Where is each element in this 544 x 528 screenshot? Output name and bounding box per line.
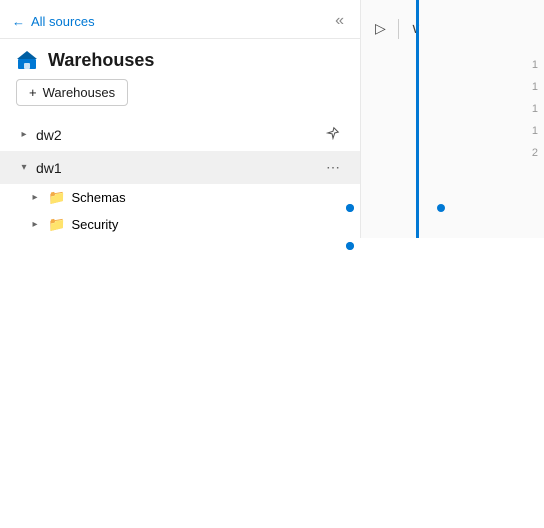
plus-icon: + bbox=[29, 85, 37, 100]
back-button[interactable]: ← All sources bbox=[12, 14, 95, 29]
row-num-3: 1 bbox=[532, 98, 538, 120]
blue-dot-tr bbox=[346, 204, 354, 212]
right-toolbar: ▷ ∨ bbox=[361, 0, 544, 57]
row-num-1: 1 bbox=[532, 54, 538, 76]
add-warehouses-button[interactable]: + Warehouses bbox=[16, 79, 128, 106]
security-label: Security bbox=[71, 217, 118, 232]
security-chevron: ▸ bbox=[28, 219, 42, 230]
row-num-2: 1 bbox=[532, 76, 538, 98]
tree-item-dw2[interactable]: ▸ dw2 bbox=[0, 118, 360, 151]
back-label: All sources bbox=[31, 14, 95, 29]
schemas-folder-icon: 📁 bbox=[48, 189, 65, 206]
warehouse-icon bbox=[16, 49, 38, 71]
add-warehouses-label: Warehouses bbox=[43, 85, 116, 100]
back-arrow-icon: ← bbox=[12, 14, 25, 29]
pin-icon[interactable] bbox=[322, 124, 344, 145]
toolbar-divider bbox=[398, 19, 399, 39]
row-num-4: 1 bbox=[532, 120, 538, 142]
schemas-label: Schemas bbox=[71, 190, 125, 205]
chevron-down-icon: ▾ bbox=[16, 160, 32, 176]
tree-item-dw1[interactable]: ▾ dw1 ⋯ bbox=[0, 151, 360, 184]
chevron-right-icon: ▸ bbox=[16, 127, 32, 143]
blue-dot-mr bbox=[346, 242, 354, 250]
collapse-icon: « bbox=[335, 12, 344, 29]
tree-item-schemas[interactable]: ▸ 📁 Schemas bbox=[28, 184, 360, 211]
row-numbers: 1 1 1 1 2 bbox=[526, 50, 544, 168]
vertical-blue-line bbox=[416, 0, 419, 238]
dw2-label: dw2 bbox=[36, 127, 322, 143]
tree-item-security[interactable]: ▸ 📁 Security bbox=[28, 211, 360, 238]
title-row: Warehouses bbox=[0, 39, 360, 79]
blue-dot-tm bbox=[437, 204, 445, 212]
more-options-icon[interactable]: ⋯ bbox=[322, 157, 344, 178]
row-num-5: 2 bbox=[532, 142, 538, 164]
security-folder-icon: 📁 bbox=[48, 216, 65, 233]
right-panel: ▷ ∨ 1 1 1 1 2 bbox=[360, 0, 544, 238]
schemas-chevron: ▸ bbox=[28, 192, 42, 203]
collapse-button[interactable]: « bbox=[335, 12, 344, 30]
header-bar: ← All sources « bbox=[0, 0, 360, 39]
dw1-children: ▸ 📁 Schemas ▸ 📁 Security bbox=[0, 184, 360, 238]
play-button[interactable]: ▷ bbox=[369, 16, 392, 41]
page-title: Warehouses bbox=[48, 50, 154, 71]
play-icon: ▷ bbox=[375, 20, 386, 37]
dw1-label: dw1 bbox=[36, 160, 322, 176]
